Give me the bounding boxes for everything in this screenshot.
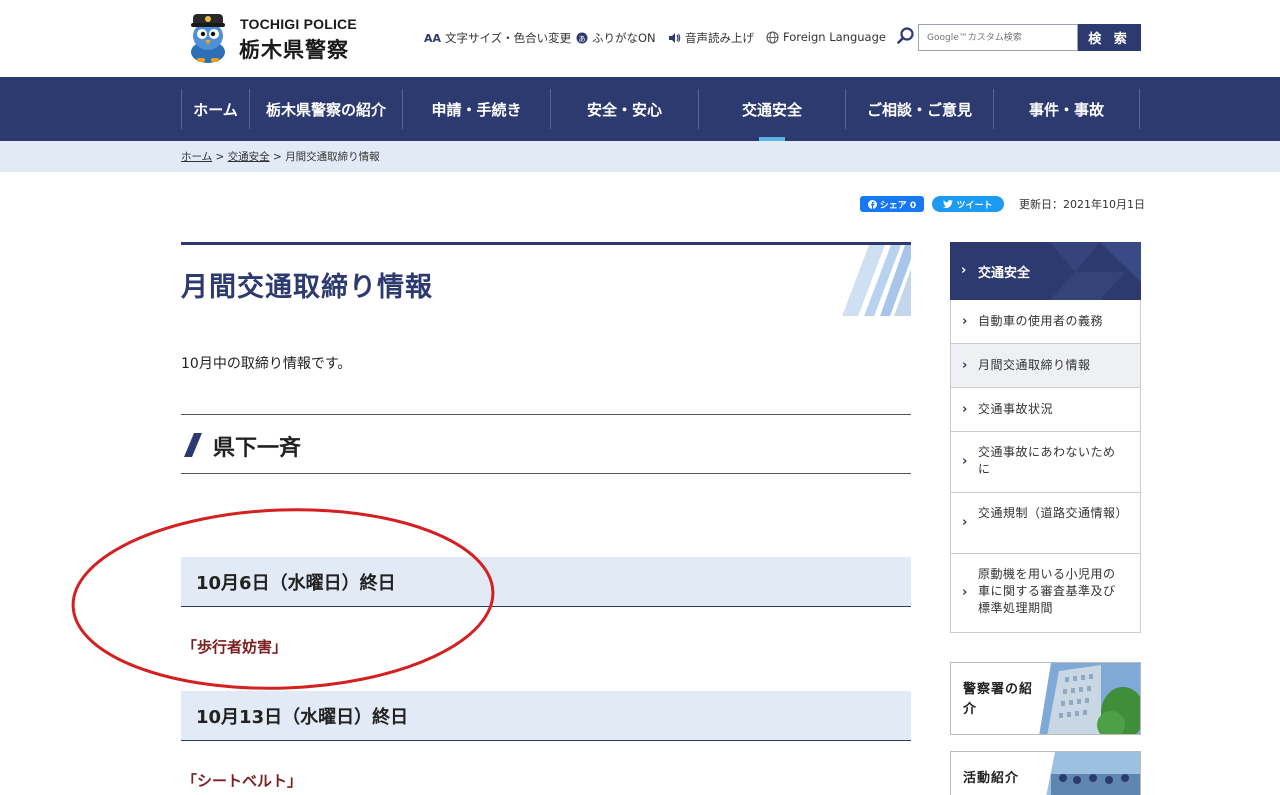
date-heading-text: 10月13日（水曜日）終日 <box>196 707 409 728</box>
page-title-box: 月間交通取締り情報 <box>181 242 911 316</box>
facebook-share-button[interactable]: シェア 0 <box>860 196 924 212</box>
section-heading-text: 県下一斉 <box>213 436 302 461</box>
sidebar-heading[interactable]: › 交通安全 <box>950 242 1141 300</box>
read-aloud-label: 音声読み上げ <box>685 31 754 45</box>
nav-item-safety[interactable]: 安全・安心 <box>550 89 698 129</box>
date-heading-text: 10月6日（水曜日）終日 <box>196 573 396 594</box>
sidebar-item-label: 交通規制（道路交通情報） <box>978 506 1129 520</box>
police-stations-banner[interactable]: 警察署の紹介 <box>950 662 1141 735</box>
logo-japanese: 栃木県警察 <box>239 38 349 62</box>
slash-icon <box>184 433 202 457</box>
text-size-icon: AA <box>424 31 442 45</box>
breadcrumb-bar: ホーム > 交通安全 > 月間交通取締り情報 <box>0 141 1280 172</box>
nav-item-traffic-safety[interactable]: 交通安全 <box>698 89 845 141</box>
chevron-right-icon: › <box>962 313 968 329</box>
breadcrumb-home-link[interactable]: ホーム <box>181 151 212 163</box>
furigana-icon: あ <box>576 32 588 44</box>
updated-date: 更新日：2021年10月1日 <box>1019 198 1145 211</box>
facebook-icon <box>867 199 877 209</box>
banner-label: 警察署の紹介 <box>963 682 1034 717</box>
foreign-language-label: Foreign Language <box>783 30 886 44</box>
chevron-right-icon: › <box>962 585 968 600</box>
chevron-right-icon: › <box>962 454 968 469</box>
globe-icon <box>766 30 779 44</box>
text-size-label: 文字サイズ・色合い変更 <box>445 31 572 45</box>
intro-text: 10月中の取締り情報です。 <box>181 356 352 372</box>
sidebar-item-accident-prevention[interactable]: › 交通事故にあわないために <box>950 432 1141 493</box>
logo-english: TOCHIGI POLICE <box>240 16 357 32</box>
section-heading: 県下一斉 <box>181 414 911 474</box>
search-button[interactable]: 検 索 <box>1078 24 1141 51</box>
breadcrumb-current: 月間交通取締り情報 <box>285 151 380 163</box>
page-title: 月間交通取締り情報 <box>181 272 433 303</box>
sidebar-item-label: 交通事故にあわないために <box>978 445 1116 476</box>
furigana-label: ふりがなON <box>592 31 656 45</box>
sidebar-item-label: 交通事故状況 <box>978 402 1054 416</box>
chevron-right-icon: › <box>961 263 967 278</box>
speaker-icon <box>669 33 681 43</box>
breadcrumb-traffic-link[interactable]: 交通安全 <box>228 151 270 163</box>
chevron-right-icon: › <box>962 515 968 530</box>
facebook-share-label: シェア 0 <box>879 200 917 211</box>
decorative-stripes <box>842 245 911 316</box>
read-aloud-link[interactable]: 音声読み上げ <box>668 30 754 46</box>
breadcrumb: ホーム > 交通安全 > 月間交通取締り情報 <box>181 149 380 164</box>
breadcrumb-separator: > <box>273 151 282 163</box>
global-nav: ホーム 栃木県警察の紹介 申請・手続き 安全・安心 交通安全 ご相談・ご意見 事… <box>0 77 1280 141</box>
nav-item-applications[interactable]: 申請・手続き <box>402 89 550 129</box>
activities-banner[interactable]: 活動紹介 <box>950 751 1141 795</box>
sidebar-item-label: 自動車の使用者の義務 <box>978 314 1104 328</box>
sidebar-item-accident-status[interactable]: › 交通事故状況 <box>950 388 1141 432</box>
sidebar-item-traffic-regulation[interactable]: › 交通規制（道路交通情報） <box>950 493 1141 554</box>
sidebar-heading-text: 交通安全 <box>978 266 1031 281</box>
chevron-right-icon: › <box>962 401 968 417</box>
foreign-language-link[interactable]: Foreign Language <box>766 30 886 44</box>
police-mascot-icon <box>191 14 225 63</box>
furigana-link[interactable]: あ ふりがなON <box>576 30 656 46</box>
nav-item-home[interactable]: ホーム <box>181 89 249 129</box>
twitter-tweet-button[interactable]: ツイート <box>932 196 1004 212</box>
enforcement-item: 「シートベルト」 <box>182 772 303 790</box>
chevron-right-icon: › <box>962 357 968 373</box>
svg-text:あ: あ <box>579 35 586 43</box>
date-heading: 10月13日（水曜日）終日 <box>181 691 911 741</box>
twitter-bird-icon <box>943 200 954 208</box>
nav-item-about[interactable]: 栃木県警察の紹介 <box>249 89 402 129</box>
sidebar-item-label: 原動機を用いる小児用の車に関する審査基準及び標準処理期間 <box>978 567 1116 615</box>
search-input[interactable] <box>918 24 1078 51</box>
site-logo[interactable]: TOCHIGI POLICE 栃木県警察 <box>183 8 373 68</box>
site-header: TOCHIGI POLICE 栃木県警察 AA 文字サイズ・色合い変更 あ ふり… <box>0 0 1280 77</box>
sidebar-nav: › 交通安全 › 自動車の使用者の義務 › 月間交通取締り情報 › 交通事故状況… <box>950 242 1141 633</box>
search-icon[interactable] <box>897 27 915 45</box>
sidebar-item-monthly-enforcement[interactable]: › 月間交通取締り情報 <box>950 344 1141 388</box>
date-heading: 10月6日（水曜日）終日 <box>181 557 911 607</box>
nav-item-consultation[interactable]: ご相談・ご意見 <box>845 89 993 129</box>
sidebar-item-child-vehicle-standards[interactable]: › 原動機を用いる小児用の車に関する審査基準及び標準処理期間 <box>950 554 1141 633</box>
banner-label: 活動紹介 <box>963 771 1020 786</box>
tweet-label: ツイート <box>956 200 993 211</box>
breadcrumb-separator: > <box>215 151 225 163</box>
enforcement-item: 「歩行者妨害」 <box>182 638 288 656</box>
nav-item-incidents[interactable]: 事件・事故 <box>993 89 1140 129</box>
sidebar-item-vehicle-owner-duties[interactable]: › 自動車の使用者の義務 <box>950 300 1141 344</box>
sidebar-item-label: 月間交通取締り情報 <box>978 358 1091 372</box>
text-size-color-link[interactable]: AA 文字サイズ・色合い変更 <box>424 30 571 46</box>
